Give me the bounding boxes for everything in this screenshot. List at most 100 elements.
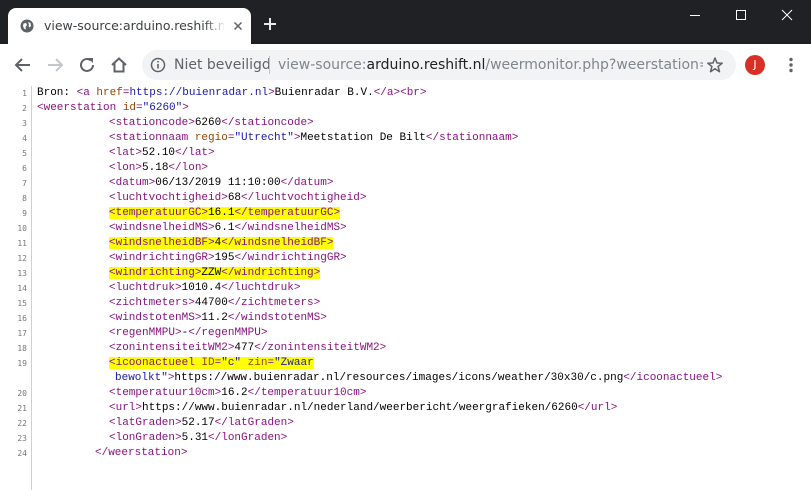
code-tag: </icoonactueel>	[623, 372, 723, 384]
source-line: <lat>52.10</lat>	[109, 146, 215, 161]
code-tag: <temperatuur10cm>	[109, 387, 222, 399]
code-attribute-value: "6260"	[142, 102, 183, 114]
profile-avatar[interactable]: J	[745, 55, 765, 75]
source-line: <stationcode>6260</stationcode>	[109, 116, 314, 131]
forward-arrow-icon[interactable]	[44, 54, 66, 76]
line-number: 8	[22, 194, 27, 203]
tab-close-icon[interactable]	[230, 18, 246, 34]
code-tag: </temperatuur10cm>	[247, 387, 367, 399]
code-tag: </windsnelheidBF>	[221, 237, 334, 249]
code-tag: </windrichtingGR>	[234, 252, 347, 264]
line-number: 20	[17, 389, 27, 398]
code-tag: <windstotenMS>	[109, 312, 202, 324]
menu-dots-icon[interactable]	[783, 56, 799, 74]
code-text: 6260	[194, 117, 222, 129]
code-text: Buienradar B.V.	[274, 87, 374, 99]
line-number: 15	[17, 299, 27, 308]
line-number: 21	[17, 404, 27, 413]
url-text[interactable]: view-source:arduino.reshift.nl/weermonit…	[278, 56, 703, 74]
code-text: 6.1	[214, 222, 235, 234]
code-text: 5.18	[142, 162, 169, 174]
code-tag: <lon>	[109, 162, 143, 174]
bookmark-star-icon[interactable]	[706, 56, 724, 74]
code-link[interactable]: https://buienradar.nl	[129, 87, 268, 99]
code-tag: <regenMMPU>	[109, 327, 182, 339]
code-tag: <latGraden>	[109, 417, 182, 429]
line-number: 10	[17, 224, 27, 233]
code-tag: </luchtvochtigheid>	[241, 192, 367, 204]
code-tag: </url>	[577, 402, 618, 414]
code-tag: </stationnaam>	[425, 132, 519, 144]
code-tag: <luchtvochtigheid>	[109, 192, 228, 204]
code-tag: <windrichting>	[109, 267, 202, 279]
source-line-wrapped: bewolkt">https://www.buienradar.nl/resou…	[115, 371, 722, 386]
new-tab-icon[interactable]	[262, 16, 278, 32]
line-number: 6	[22, 164, 27, 173]
code-tag: <datum>	[109, 177, 156, 189]
address-divider	[269, 56, 270, 74]
code-text: 44700	[194, 297, 228, 309]
highlighted-code: <windrichting>ZZW</windrichting>	[109, 267, 321, 279]
code-tag: <zichtmeters>	[109, 297, 195, 309]
code-text: 16.1	[208, 207, 235, 219]
source-line: <stationnaam regio="Utrecht">Meetstation…	[109, 131, 518, 146]
code-tag: </windstotenMS>	[227, 312, 327, 324]
back-arrow-icon[interactable]	[12, 54, 34, 76]
code-tag: </stationcode>	[221, 117, 314, 129]
code-tag: >	[268, 87, 275, 99]
code-text: 68	[227, 192, 242, 204]
code-attribute-name: ID	[201, 357, 215, 369]
minimize-icon	[690, 15, 700, 16]
code-tag: <lonGraden>	[109, 432, 182, 444]
source-line: <icoonactueel ID="c" zin="Zwaar	[109, 356, 314, 371]
code-text: ZZW	[201, 267, 222, 279]
line-number: 3	[22, 119, 27, 128]
code-text: 477	[234, 342, 255, 354]
source-line: <weerstation id="6260">	[37, 101, 189, 116]
security-label[interactable]: Niet beveiligd	[174, 56, 271, 74]
code-tag: </zichtmeters>	[227, 297, 321, 309]
source-line: <regenMMPU>-</regenMMPU>	[109, 326, 267, 341]
maximize-button[interactable]	[718, 0, 764, 30]
address-bar[interactable]: Niet beveiligd view-source:arduino.reshi…	[142, 50, 736, 80]
browser-toolbar: Niet beveiligd view-source:arduino.reshi…	[0, 44, 811, 87]
source-line: <lonGraden>5.31</lonGraden>	[109, 431, 287, 446]
code-text: 16.2	[221, 387, 248, 399]
line-number: 2	[22, 104, 27, 113]
line-number: 23	[17, 434, 27, 443]
line-number: 5	[22, 149, 27, 158]
code-tag: </temperatuurGC>	[234, 207, 341, 219]
code-tag: <icoonactueel	[109, 357, 202, 369]
code-text: 11.2	[201, 312, 228, 324]
globe-icon	[20, 19, 34, 33]
code-tag: </lat>	[175, 147, 215, 159]
source-view[interactable]: 1 2 3 4 5 6 7 8 9 10 11 12 13 14 15 16 1…	[0, 86, 811, 490]
title-bar: view-source:arduino.reshift.nl/weermonit…	[0, 0, 811, 44]
line-number: 18	[17, 344, 27, 353]
code-tag: <lat>	[109, 147, 143, 159]
code-tag: <luchtdruk>	[109, 282, 182, 294]
close-window-button[interactable]	[764, 0, 810, 30]
source-line: Bron: <a href=https://buienradar.nl>Buie…	[37, 86, 427, 101]
close-icon	[781, 9, 793, 21]
code-tag: <a	[76, 87, 97, 99]
minimize-button[interactable]	[672, 0, 718, 30]
code-tag: <weerstation	[37, 102, 123, 114]
highlighted-code: <windsnelheidBF>4</windsnelheidBF>	[109, 237, 334, 249]
line-number: 7	[22, 179, 27, 188]
tab-active[interactable]: view-source:arduino.reshift.nl/weermonit…	[8, 8, 251, 44]
code-tag: >	[182, 102, 189, 114]
reload-icon[interactable]	[76, 54, 98, 76]
source-line: <datum>06/13/2019 11:10:00</datum>	[109, 176, 333, 191]
code-text: 52.17	[181, 417, 215, 429]
code-text: https://www.buienradar.nl/resources/imag…	[174, 372, 624, 384]
code-tag: <zonintensiteitWM2>	[109, 342, 235, 354]
line-number: 13	[17, 269, 27, 278]
line-number: 17	[17, 329, 27, 338]
highlighted-code: <temperatuurGC>16.1</temperatuurGC>	[109, 207, 341, 219]
home-icon[interactable]	[108, 54, 130, 76]
info-icon[interactable]	[150, 57, 166, 73]
code-attribute-value: "c"	[221, 357, 242, 369]
source-line: </weerstation>	[95, 446, 187, 461]
url-prefix: view-source:	[278, 57, 367, 73]
